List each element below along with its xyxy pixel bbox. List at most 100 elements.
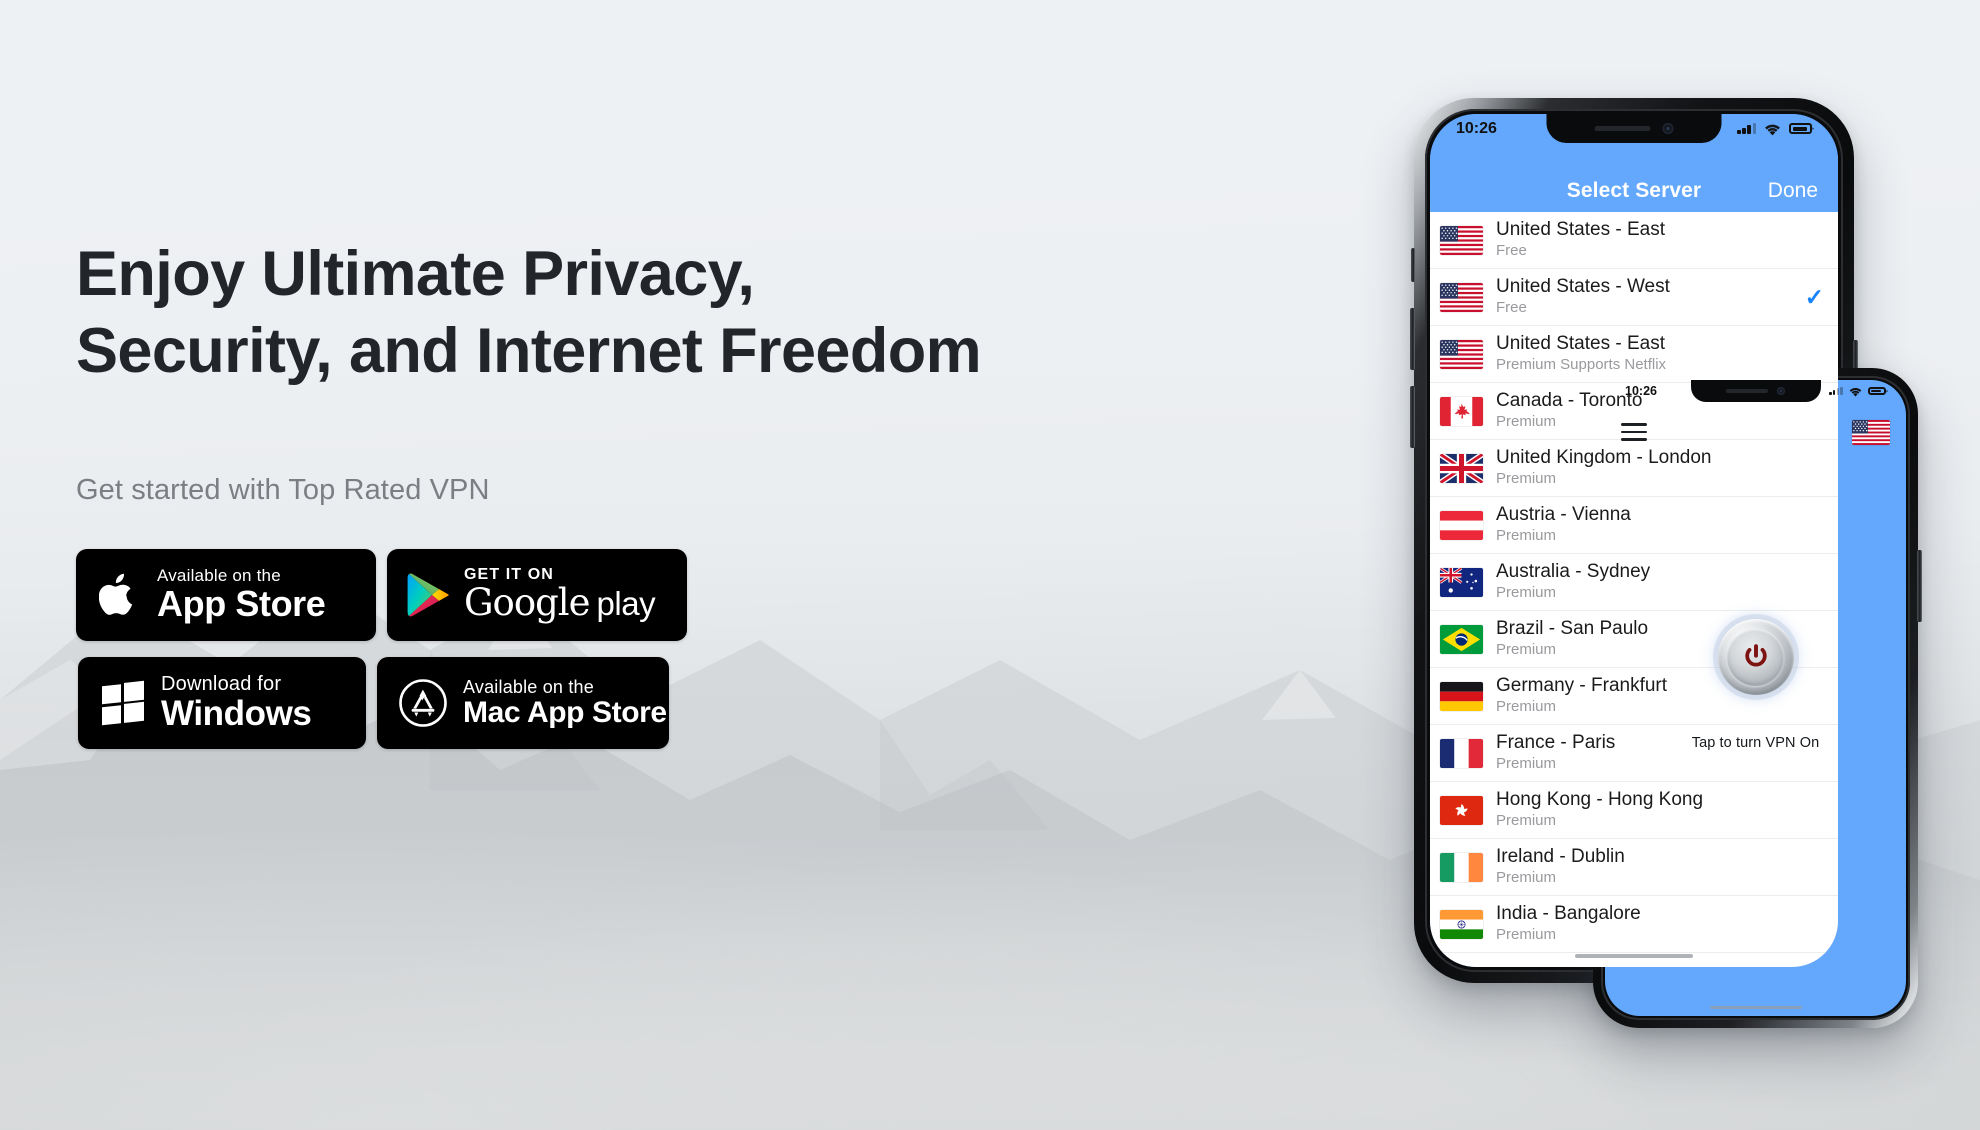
server-tier-label: Premium bbox=[1496, 812, 1557, 830]
server-item-text: United States - West Free bbox=[1496, 276, 1805, 318]
server-item-text: Austria - Vienna Premium bbox=[1496, 504, 1824, 546]
country-flag-icon-us bbox=[1440, 282, 1483, 312]
hero-subheading: Get started with Top Rated VPN bbox=[76, 473, 490, 506]
windows-download-badge[interactable]: Download for Windows bbox=[78, 656, 366, 749]
server-list-item[interactable]: Australia - Sydney Premium bbox=[1430, 554, 1838, 611]
server-tier-label: Premium bbox=[1496, 755, 1557, 773]
server-item-text: Hong Kong - Hong Kong Premium bbox=[1496, 789, 1824, 831]
country-flag-icon-fr bbox=[1440, 738, 1483, 768]
country-flag-icon-gb bbox=[1440, 453, 1483, 483]
phone-back-volume-up-button bbox=[1410, 308, 1415, 370]
server-item-text: United States - East Premium Supports Net… bbox=[1496, 333, 1824, 375]
country-flag-icon-au bbox=[1440, 567, 1483, 597]
phone-back-volume-down-button bbox=[1410, 386, 1415, 448]
server-item-text: Ireland - Dublin Premium bbox=[1496, 846, 1824, 888]
selected-check-icon: ✓ bbox=[1804, 283, 1824, 310]
server-item-text: Australia - Sydney Premium bbox=[1496, 561, 1824, 603]
phone-back-mute-switch bbox=[1411, 248, 1415, 282]
server-list-item[interactable]: United States - East Premium Supports Net… bbox=[1430, 326, 1838, 383]
phone-mockup-server-list: Select Server Done United States - East F… bbox=[1410, 98, 1858, 983]
server-name: Austria - Vienna bbox=[1496, 504, 1631, 526]
cellular-bars-icon bbox=[1736, 123, 1756, 134]
home-indicator bbox=[1709, 1005, 1802, 1009]
server-tier-label: Premium bbox=[1496, 584, 1557, 602]
power-button-inner bbox=[1727, 628, 1784, 686]
mac-app-store-badge-main-line: Mac App Store bbox=[463, 695, 667, 729]
app-store-badge-text: Available on the App Store bbox=[157, 566, 326, 625]
store-badge-row-desktop: Download for Windows Available on the Ma… bbox=[78, 656, 1256, 749]
country-flag-icon-at bbox=[1440, 510, 1483, 540]
country-flag-icon-br bbox=[1440, 624, 1483, 654]
home-indicator bbox=[1575, 954, 1693, 958]
country-flag-icon-ca bbox=[1440, 396, 1483, 426]
page-title: Enjoy Ultimate Privacy, Security, and In… bbox=[76, 239, 982, 386]
phone-front-status-bar: 10:26 bbox=[1605, 380, 1906, 402]
hamburger-menu-icon[interactable] bbox=[1621, 423, 1647, 441]
mac-app-store-icon bbox=[397, 677, 449, 729]
server-list[interactable]: United States - East Free United States -… bbox=[1430, 212, 1838, 967]
server-list-item[interactable]: United States - East Free bbox=[1430, 212, 1838, 269]
server-name: India - Bangalore bbox=[1496, 903, 1641, 925]
google-play-badge[interactable]: GET IT ON Google play bbox=[387, 548, 687, 641]
windows-badge-text: Download for Windows bbox=[161, 672, 312, 732]
server-name: United States - East bbox=[1496, 219, 1665, 241]
mac-app-store-badge-top-line: Available on the bbox=[463, 676, 594, 697]
google-play-badge-secondary-line: play bbox=[596, 585, 656, 623]
country-flag-icon-de bbox=[1440, 681, 1483, 711]
server-list-item[interactable]: Ireland - Dublin Premium bbox=[1430, 839, 1838, 896]
server-list-item[interactable]: Hong Kong - Hong Kong Premium bbox=[1430, 782, 1838, 839]
google-play-wordmark: Google play bbox=[464, 581, 656, 625]
cellular-bars-icon bbox=[1828, 386, 1843, 396]
select-server-title: Select Server bbox=[1566, 179, 1702, 202]
phone-back-status-bar: 10:26 bbox=[1430, 114, 1838, 143]
status-bar-indicators bbox=[1736, 122, 1812, 136]
country-flag-icon-us bbox=[1440, 225, 1483, 255]
mac-app-store-badge[interactable]: Available on the Mac App Store bbox=[377, 656, 669, 749]
status-bar-time: 10:26 bbox=[1625, 384, 1657, 398]
power-icon[interactable] bbox=[1717, 619, 1794, 696]
google-play-badge-main-line: Google bbox=[464, 581, 591, 625]
google-play-badge-text: GET IT ON Google play bbox=[464, 566, 656, 625]
country-flag-icon-us bbox=[1440, 339, 1483, 369]
wifi-icon bbox=[1763, 122, 1782, 136]
phone-back-bezel: Select Server Done United States - East F… bbox=[1425, 109, 1843, 972]
vpn-toggle-area: Tap to turn VPN On bbox=[1605, 619, 1906, 751]
done-button[interactable]: Done bbox=[1768, 179, 1818, 203]
current-country-flag-icon[interactable] bbox=[1852, 419, 1890, 445]
server-tier-label: Premium bbox=[1496, 869, 1557, 887]
country-flag-icon-hk bbox=[1440, 795, 1483, 825]
server-tier-label: Premium Supports Netflix bbox=[1496, 356, 1667, 374]
server-item-text: India - Bangalore Premium bbox=[1496, 903, 1824, 945]
server-name: Australia - Sydney bbox=[1496, 561, 1651, 583]
server-tier-label: Free bbox=[1496, 242, 1527, 260]
battery-icon bbox=[1868, 386, 1886, 396]
app-store-badge[interactable]: Available on the App Store bbox=[76, 548, 376, 641]
vpn-top-bar bbox=[1605, 410, 1906, 454]
phone-front-power-button bbox=[1917, 550, 1922, 622]
app-store-badge-main-line: App Store bbox=[157, 583, 326, 625]
mac-app-store-badge-text: Available on the Mac App Store bbox=[463, 677, 667, 729]
phone-back-screen: Select Server Done United States - East F… bbox=[1430, 114, 1838, 967]
server-tier-label: Premium bbox=[1496, 527, 1557, 545]
hero-copy-block: Enjoy Ultimate Privacy, Security, and In… bbox=[76, 236, 1256, 749]
apple-logo-icon bbox=[96, 571, 142, 619]
server-name: Hong Kong - Hong Kong bbox=[1496, 789, 1704, 811]
battery-icon bbox=[1789, 123, 1812, 134]
server-list-item[interactable]: India - Bangalore Premium bbox=[1430, 896, 1838, 953]
server-name: Ireland - Dublin bbox=[1496, 846, 1625, 868]
server-name: United States - West bbox=[1496, 276, 1670, 298]
status-bar-indicators bbox=[1828, 386, 1886, 397]
server-tier-label: Premium bbox=[1496, 470, 1557, 488]
server-name: United States - East bbox=[1496, 333, 1665, 355]
status-bar-time: 10:26 bbox=[1456, 119, 1497, 137]
server-list-item[interactable]: United States - West Free ✓ bbox=[1430, 269, 1838, 326]
windows-badge-top-line: Download for bbox=[161, 672, 282, 695]
server-list-item[interactable]: Austria - Vienna Premium bbox=[1430, 497, 1838, 554]
server-tier-label: Premium bbox=[1496, 926, 1557, 944]
country-flag-icon-in bbox=[1440, 909, 1483, 939]
windows-logo-icon bbox=[100, 680, 146, 725]
power-symbol-icon bbox=[1744, 644, 1767, 667]
server-item-text: United States - East Free bbox=[1496, 219, 1824, 261]
vpn-status-label: Tap to turn VPN On bbox=[1691, 735, 1820, 752]
wifi-icon bbox=[1848, 386, 1863, 397]
